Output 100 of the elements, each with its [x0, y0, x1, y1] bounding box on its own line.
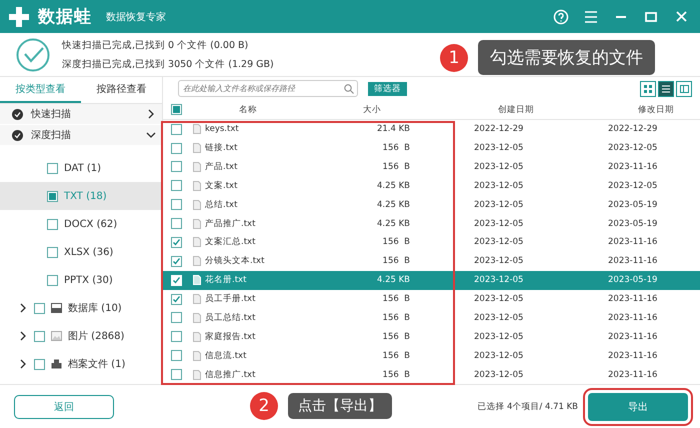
search-field[interactable]: 在此处输入文件名称或保存路径 — [178, 80, 358, 98]
check-circle-icon — [12, 108, 23, 120]
file-size: 156 B — [382, 332, 411, 342]
created-date: 2023-12-05 — [473, 143, 524, 154]
search-icon — [344, 84, 354, 94]
checkbox[interactable] — [34, 302, 45, 314]
list-view-button[interactable] — [658, 80, 674, 97]
column-header[interactable]: 大小 — [303, 104, 438, 116]
chevron-down-icon[interactable] — [146, 130, 156, 140]
file-icon — [193, 218, 201, 229]
checkbox[interactable] — [171, 331, 182, 342]
select-all-checkbox[interactable] — [171, 104, 182, 116]
app-name: 数据蛙 — [38, 6, 92, 28]
menu-icon — [584, 10, 598, 22]
created-date: 2023-12-05 — [473, 218, 524, 229]
modified-date: 2023-11-16 — [607, 237, 658, 248]
category-label[interactable]: 数据库 (10) — [68, 301, 122, 315]
checkbox[interactable] — [171, 161, 182, 172]
grid-view-button[interactable] — [640, 80, 656, 97]
file-icon — [193, 294, 201, 304]
back-button[interactable]: 返回 — [14, 394, 114, 418]
file-size: 4.25 KB — [376, 275, 411, 286]
checkbox[interactable] — [47, 274, 58, 286]
maximize-icon — [645, 12, 657, 22]
checkbox[interactable] — [34, 358, 45, 370]
checkbox[interactable] — [47, 190, 58, 202]
file-type-item[interactable]: DOCX (62) — [0, 210, 162, 238]
file-name: 分镜头文本.txt — [193, 255, 303, 268]
minimize-icon — [616, 16, 626, 18]
file-icon — [193, 200, 201, 210]
checkbox[interactable] — [34, 330, 45, 342]
chevron-right-icon[interactable] — [18, 331, 28, 341]
checkbox[interactable] — [171, 369, 182, 380]
export-button[interactable]: 导出 — [588, 392, 688, 420]
file-row[interactable]: 花名册.txt 4.25 KB 2023-12-05 2023-05-19 — [163, 270, 700, 290]
file-icon — [193, 275, 201, 286]
file-icon — [193, 143, 201, 154]
checkbox[interactable] — [171, 124, 182, 135]
modified-date: 2023-11-16 — [607, 294, 658, 304]
file-type-label: PPTX (30) — [64, 274, 113, 286]
file-size: 4.25 KB — [376, 218, 411, 229]
checkbox[interactable] — [171, 350, 182, 362]
created-date: 2023-12-05 — [473, 256, 524, 266]
category-label[interactable]: 图片 (2868) — [68, 329, 124, 343]
scan-summary-text: 深度扫描已完成,已找到 3050 个文件 (1.29 GB) — [62, 58, 274, 70]
checkbox[interactable] — [47, 162, 58, 174]
columns-view-icon — [680, 84, 688, 93]
created-date: 2023-12-05 — [473, 200, 524, 210]
scan-summary-text: 快速扫描已完成,已找到 0 个文件 (0.00 B) — [62, 38, 250, 52]
file-name: 总结.txt — [193, 198, 303, 211]
checkbox[interactable] — [171, 199, 182, 210]
modified-date: 2023-05-19 — [607, 275, 658, 286]
column-header[interactable]: 名称 — [193, 104, 303, 116]
modified-date: 2023-11-16 — [607, 256, 658, 266]
file-type-item[interactable]: DAT (1) — [0, 154, 162, 182]
checkbox[interactable] — [47, 218, 58, 230]
scan-group-row[interactable]: 快速扫描 — [0, 104, 162, 125]
file-size: 156 B — [382, 256, 411, 266]
callout-text: 勾选需要恢复的文件 — [478, 40, 655, 75]
created-date: 2023-12-05 — [473, 312, 524, 323]
checkbox[interactable] — [171, 236, 182, 248]
scan-group-row[interactable]: 深度扫描 — [0, 125, 162, 146]
checkbox[interactable] — [171, 142, 182, 154]
checkbox[interactable] — [171, 180, 182, 192]
view-tab[interactable]: 按路径查看 — [81, 77, 162, 103]
chevron-right-icon[interactable] — [18, 359, 28, 369]
file-type-label: DOCX (62) — [64, 218, 118, 230]
file-size: 156 B — [382, 294, 411, 304]
database-icon — [51, 303, 62, 313]
checkbox[interactable] — [47, 246, 58, 258]
filter-button[interactable]: 筛选器 — [368, 82, 407, 96]
app-subtitle: 数据恢复专家 — [106, 10, 167, 24]
checkbox[interactable] — [171, 312, 182, 324]
cross-logo-icon — [8, 6, 30, 28]
file-type-label: DAT (1) — [64, 162, 102, 174]
file-size: 4.25 KB — [376, 180, 411, 191]
selection-summary: 已选择 4个项目/ 4.71 KB — [477, 400, 578, 412]
created-date: 2023-12-05 — [473, 350, 524, 361]
category-label[interactable]: 档案文件 (1) — [68, 357, 126, 371]
created-date: 2023-12-05 — [473, 275, 524, 286]
callout-text: 点击【导出】 — [288, 393, 392, 419]
file-type-item[interactable]: XLSX (36) — [0, 238, 162, 266]
file-name: 信息推广.txt — [193, 368, 303, 381]
columns-view-button[interactable] — [676, 80, 692, 97]
chevron-right-icon[interactable] — [18, 303, 28, 313]
file-icon — [193, 256, 201, 266]
file-size: 156 B — [382, 143, 411, 154]
checkbox[interactable] — [171, 294, 182, 305]
checkbox[interactable] — [171, 218, 182, 230]
file-size: 21.4 KB — [376, 124, 411, 134]
checkbox[interactable] — [171, 256, 182, 267]
file-name: 员工手册.txt — [193, 293, 303, 306]
chevron-right-icon[interactable] — [146, 109, 156, 119]
file-type-item[interactable]: PPTX (30) — [0, 266, 162, 294]
file-icon — [193, 162, 201, 172]
created-date: 2023-12-05 — [473, 180, 524, 191]
column-header[interactable]: 创建日期 — [438, 104, 578, 116]
file-name: 文案.txt — [193, 180, 303, 192]
file-type-label: TXT (18) — [64, 190, 107, 202]
column-header[interactable]: 修改日期 — [578, 104, 700, 116]
